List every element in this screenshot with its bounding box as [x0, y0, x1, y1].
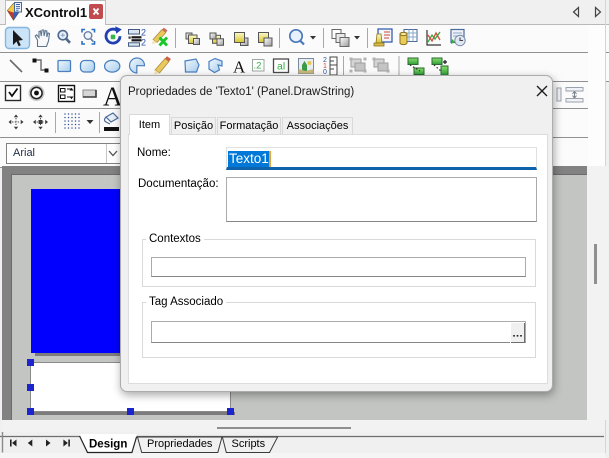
svg-text:.2: .2 — [254, 61, 262, 72]
svg-text:2: 2 — [141, 28, 146, 38]
svg-text:al: al — [277, 61, 285, 73]
svg-text:Design: Design — [89, 439, 127, 451]
svg-text:Propriedades: Propriedades — [147, 438, 213, 450]
svg-text:Scripts: Scripts — [232, 438, 266, 450]
svg-text:A: A — [233, 58, 246, 77]
svg-text:2: 2 — [141, 38, 146, 48]
